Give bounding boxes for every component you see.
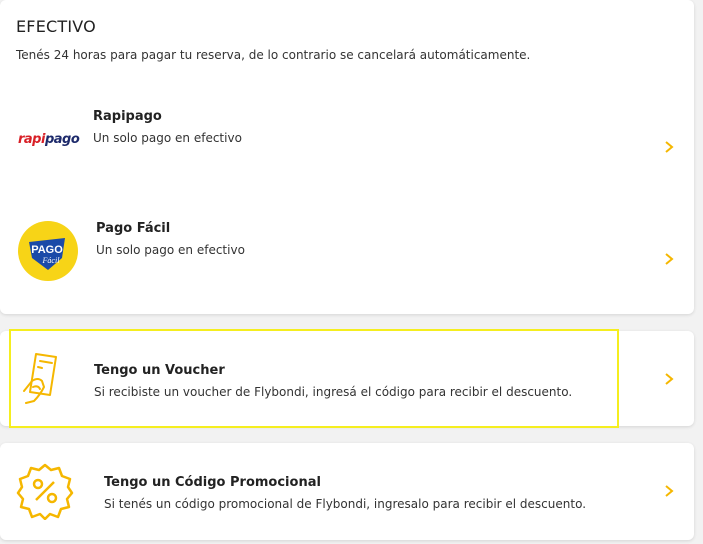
promo-description: Si tenés un código promocional de Flybon… bbox=[104, 497, 587, 511]
chevron-right-icon[interactable] bbox=[662, 484, 676, 498]
promo-title: Tengo un Código Promocional bbox=[104, 475, 321, 490]
rapipago-logo: rapipago bbox=[18, 132, 80, 147]
cash-payment-card: EFECTIVO Tenés 24 horas para pagar tu re… bbox=[0, 0, 694, 314]
percent-badge-icon bbox=[16, 463, 74, 520]
chevron-right-icon[interactable] bbox=[662, 252, 676, 266]
svg-text:PAGO: PAGO bbox=[31, 244, 63, 256]
svg-text:Fácil: Fácil bbox=[42, 256, 61, 265]
pagofacil-logo: PAGO Fácil bbox=[18, 221, 78, 281]
section-title: EFECTIVO bbox=[16, 17, 96, 36]
payment-option-title: Pago Fácil bbox=[96, 221, 171, 236]
chevron-right-icon[interactable] bbox=[662, 140, 676, 154]
payment-option-title: Rapipago bbox=[93, 109, 162, 124]
section-subtitle: Tenés 24 horas para pagar tu reserva, de… bbox=[16, 48, 531, 62]
payment-option-pagofacil[interactable]: PAGO Fácil Pago Fácil Un solo pago en ef… bbox=[0, 200, 694, 312]
chevron-right-icon[interactable] bbox=[662, 372, 676, 386]
payment-option-rapipago[interactable]: rapipago Rapipago Un solo pago en efecti… bbox=[0, 90, 694, 200]
payment-option-description: Un solo pago en efectivo bbox=[93, 131, 242, 145]
promo-code-option[interactable]: Tengo un Código Promocional Si tenés un … bbox=[0, 443, 694, 540]
voucher-highlight-frame bbox=[9, 329, 619, 428]
payment-option-description: Un solo pago en efectivo bbox=[96, 243, 245, 257]
